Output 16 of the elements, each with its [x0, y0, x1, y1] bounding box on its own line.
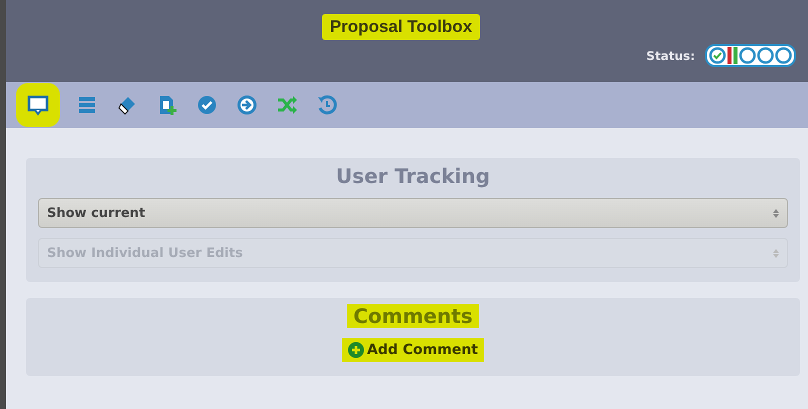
list-icon: [76, 94, 98, 116]
add-comment-button[interactable]: Add Comment: [342, 338, 484, 362]
shuffle-icon: [276, 94, 298, 116]
panel-title: Comments: [347, 304, 479, 328]
history-icon: [316, 94, 338, 116]
check-circle-icon: [196, 94, 218, 116]
plus-circle-icon: [348, 342, 364, 358]
eraser-icon: [116, 94, 138, 116]
sort-icon: [773, 248, 779, 258]
comment-icon: [27, 94, 49, 116]
sort-icon: [773, 208, 779, 218]
select-field[interactable]: Show current: [38, 198, 788, 228]
arrow-circle-icon: [236, 94, 258, 116]
panel-title: User Tracking: [336, 164, 490, 188]
window-title: Proposal Toolbox: [322, 14, 480, 40]
status-label: Status:: [646, 48, 695, 62]
